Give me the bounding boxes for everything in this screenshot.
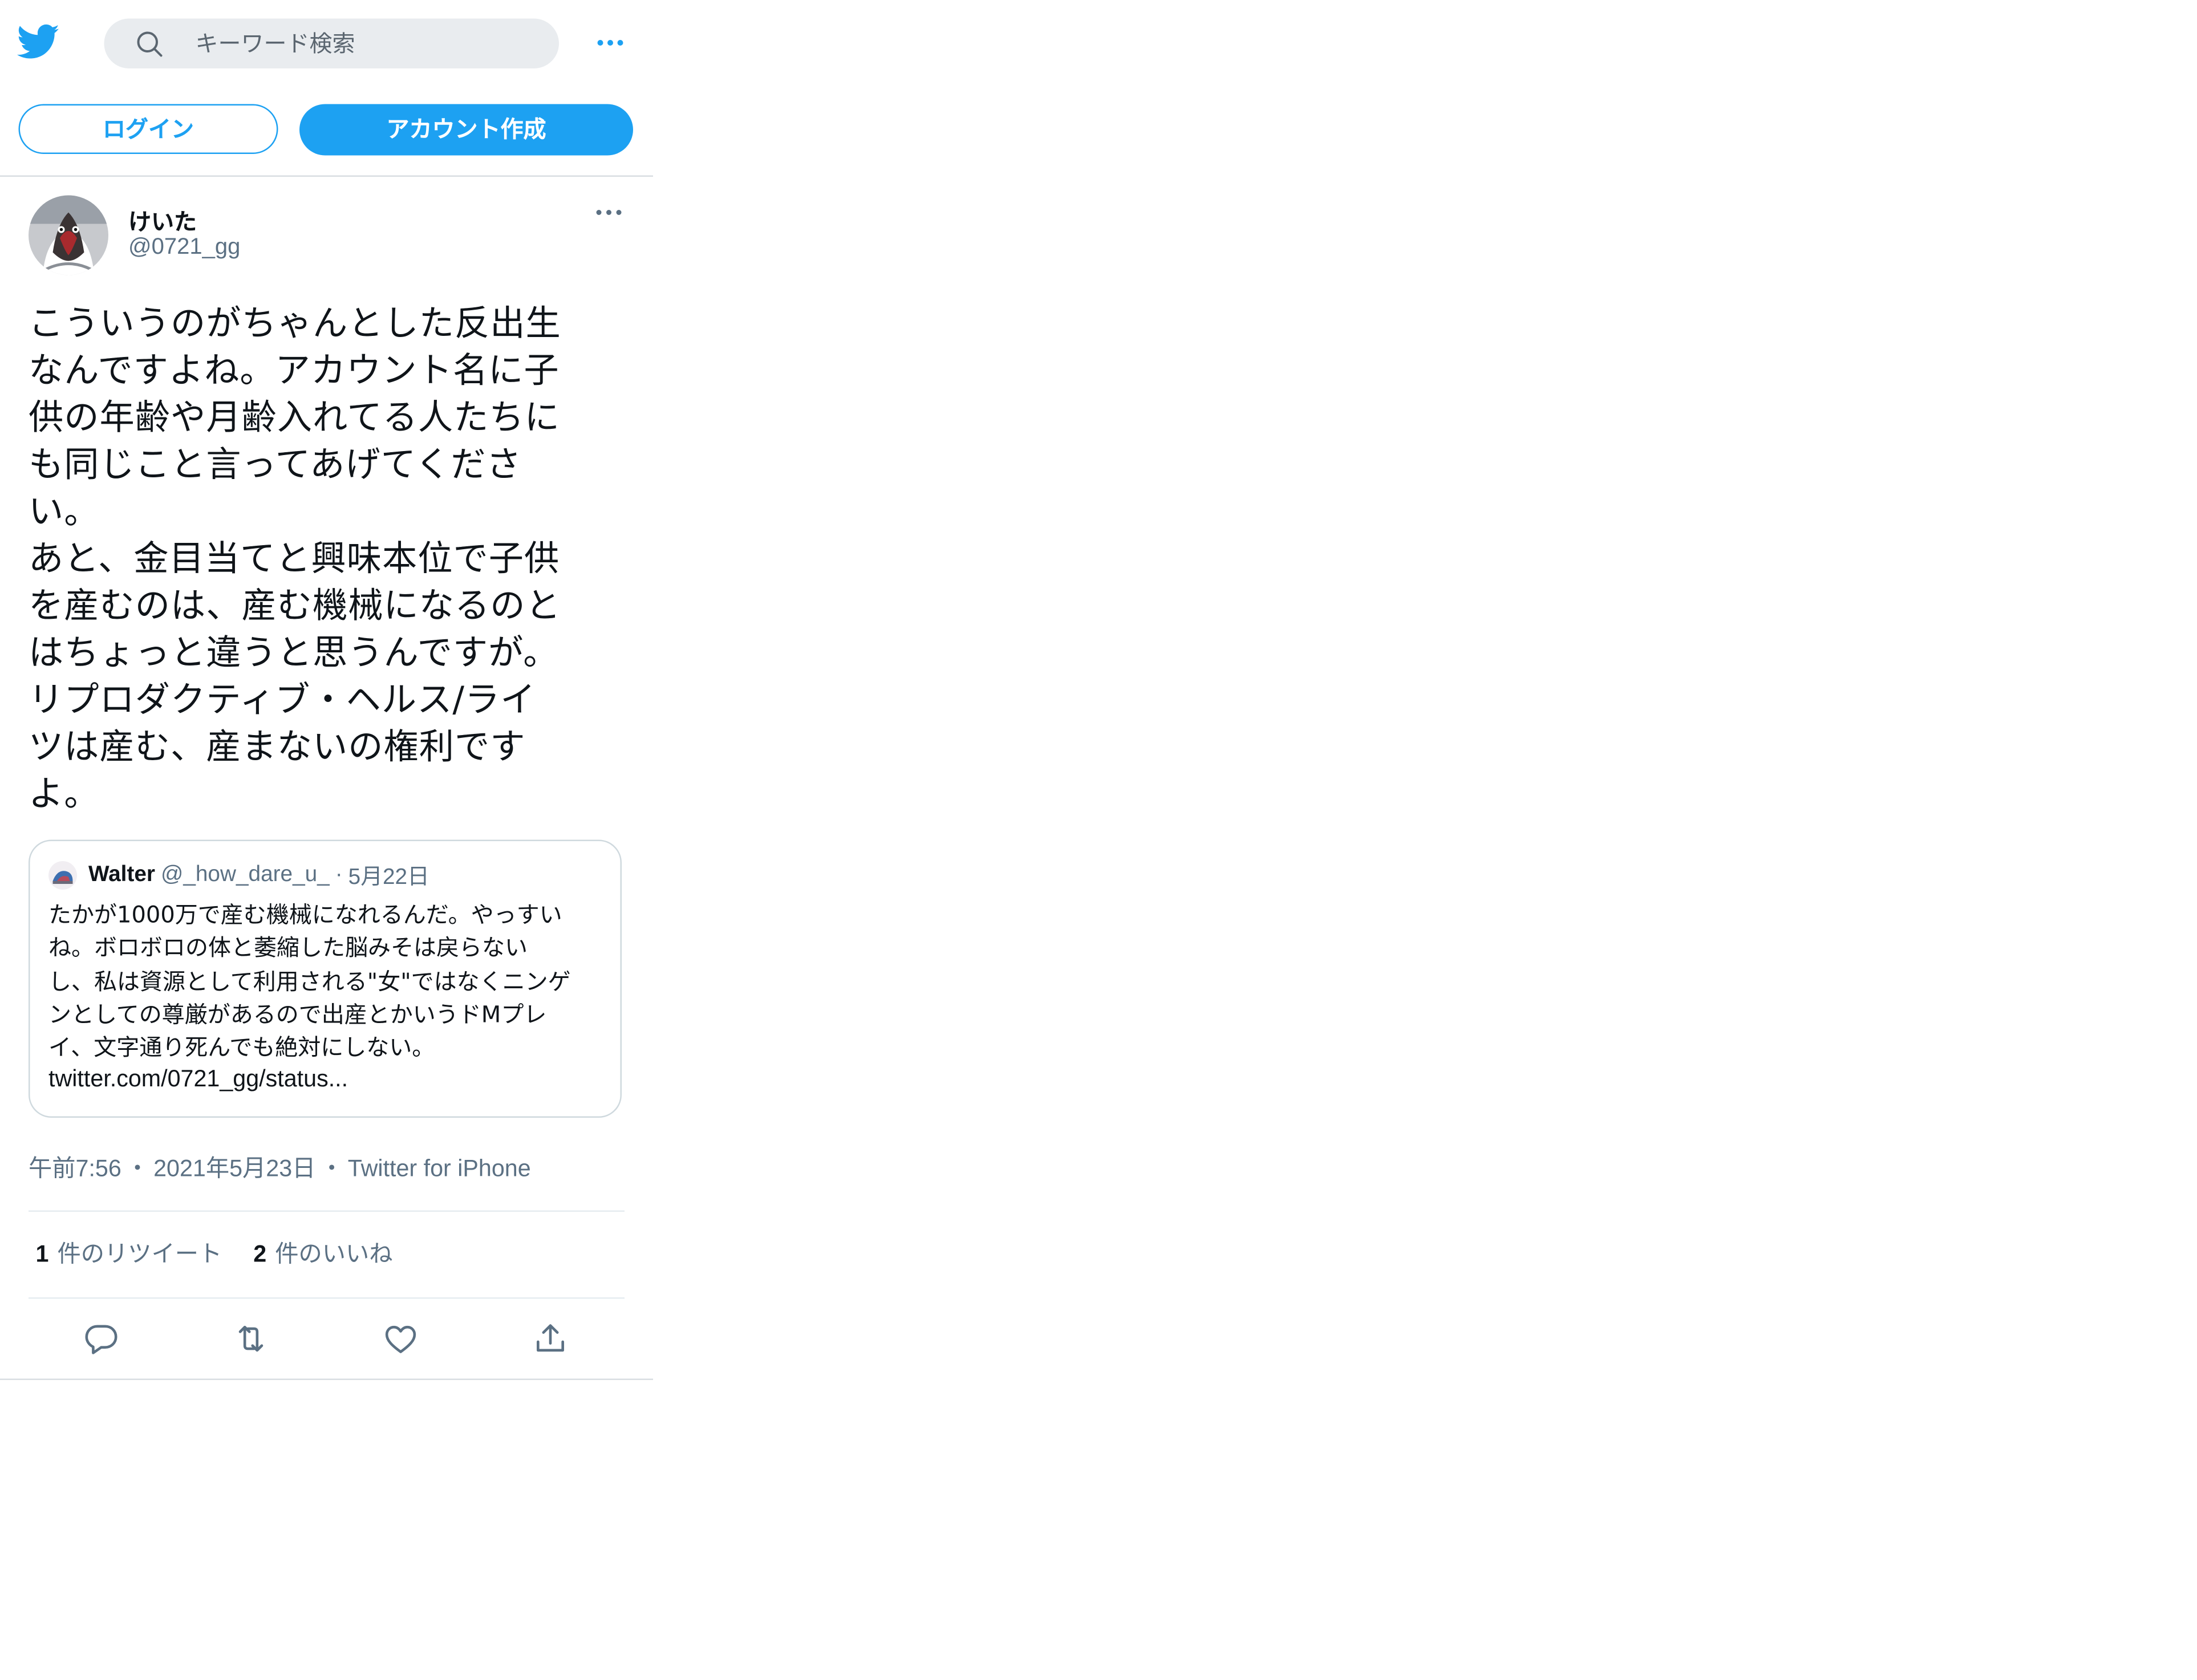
tweet-time[interactable]: 午前7:56 bbox=[29, 1157, 121, 1183]
search-icon bbox=[136, 30, 164, 59]
display-name[interactable]: けいた bbox=[128, 202, 197, 237]
quoted-handle: @_how_dare_u_ bbox=[160, 862, 330, 887]
retweet-count[interactable]: 1 bbox=[36, 1243, 49, 1268]
reply-icon[interactable] bbox=[83, 1321, 120, 1358]
share-icon[interactable] bbox=[532, 1321, 569, 1358]
search-box[interactable] bbox=[104, 18, 559, 68]
meta-separator: ・ bbox=[319, 1156, 344, 1183]
tweet-stats: 1 件のリツイート 2 件のいいね bbox=[29, 1212, 625, 1300]
quoted-separator: · bbox=[335, 862, 343, 887]
more-horizontal-icon[interactable] bbox=[592, 29, 629, 57]
meta-separator: ・ bbox=[125, 1156, 149, 1183]
tweet-source[interactable]: Twitter for iPhone bbox=[348, 1157, 531, 1183]
tweet-author: けいた @0721_gg bbox=[29, 177, 625, 279]
tweet-page-column: ログイン アカウント作成 bbox=[0, 0, 653, 1381]
like-count[interactable]: 2 bbox=[253, 1243, 266, 1268]
quoted-tweet-text: たかが1000万で産む機械になれるんだ。やっすい ね。ボロボロの体と萎縮した脳み… bbox=[48, 901, 571, 1061]
login-button[interactable]: ログイン bbox=[18, 104, 278, 154]
retweet-icon[interactable] bbox=[233, 1321, 270, 1358]
retweet-count-label[interactable]: 件のリツイート bbox=[57, 1241, 222, 1268]
quoted-tweet-header: Walter @_how_dare_u_ · 5月22日 bbox=[48, 858, 602, 892]
avatar[interactable] bbox=[29, 195, 108, 275]
user-handle[interactable]: @0721_gg bbox=[128, 236, 240, 261]
top-bar bbox=[0, 0, 653, 88]
twitter-bird-icon[interactable] bbox=[17, 23, 60, 62]
tweet-text: こういうのがちゃんとした反出生 なんですよね。アカウント名に子 供の年齢や月齢入… bbox=[29, 302, 561, 814]
search-input[interactable] bbox=[195, 18, 538, 68]
signup-button[interactable]: アカウント作成 bbox=[299, 104, 633, 156]
like-icon[interactable] bbox=[382, 1321, 419, 1358]
tweet-actions bbox=[29, 1300, 625, 1379]
tweet-meta: 午前7:56 ・ 2021年5月23日・ Twitter for iPhone bbox=[29, 1130, 625, 1213]
page: ログイン アカウント作成 bbox=[0, 0, 2197, 1679]
quoted-date: 5月22日 bbox=[348, 865, 429, 890]
quoted-tweet[interactable]: Walter @_how_dare_u_ · 5月22日 たかが1000万で産む… bbox=[29, 839, 622, 1119]
like-count-label[interactable]: 件のいいね bbox=[275, 1241, 392, 1268]
more-horizontal-icon[interactable] bbox=[593, 202, 625, 222]
auth-bar: ログイン アカウント作成 bbox=[0, 88, 653, 177]
tweet: けいた @0721_gg こういうのがちゃんとした反出生 なんですよね。アカウン… bbox=[0, 177, 653, 1381]
tweet-date[interactable]: 2021年5月23日 bbox=[153, 1157, 315, 1183]
quoted-avatar bbox=[48, 861, 77, 890]
quoted-tweet-link[interactable]: twitter.com/0721_gg/status... bbox=[48, 1064, 602, 1097]
quoted-display-name: Walter bbox=[88, 862, 155, 887]
